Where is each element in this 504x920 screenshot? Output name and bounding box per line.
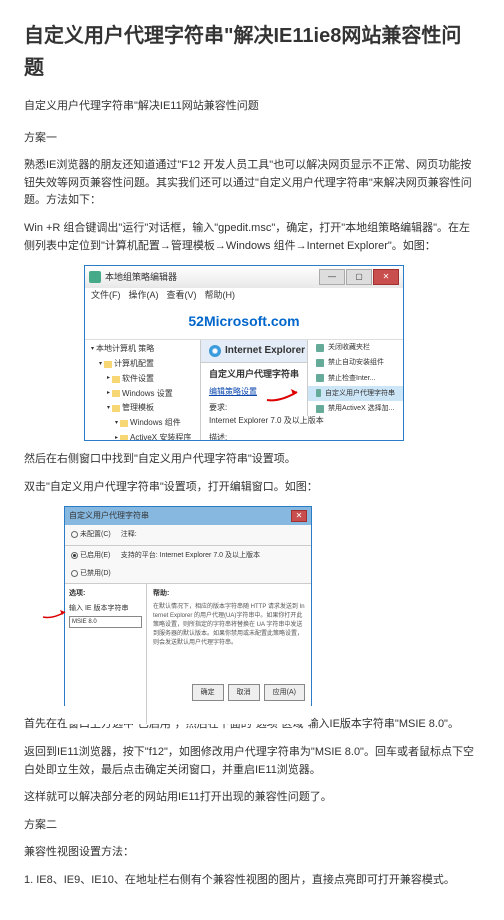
tree-root[interactable]: 本地计算机 策略 bbox=[87, 342, 198, 357]
paragraph: 1. IE8、IE9、IE10、在地址栏右侧有个兼容性视图的图片，直接点亮即可打… bbox=[24, 872, 480, 890]
window-title: 本地组策略编辑器 bbox=[105, 270, 177, 284]
folder-icon bbox=[112, 390, 120, 397]
list-item[interactable]: 禁止检查Inter... bbox=[308, 371, 403, 386]
list-item[interactable]: 关闭收藏夹栏 bbox=[308, 340, 403, 355]
screenshot-2: 自定义用户代理字符串 ✕ 未配置(C) 注释: 已启用(E) 已禁用(D) 支持… bbox=[24, 506, 480, 706]
help-panel: 帮助: 在默认情况下，相应的版本字符串随 HTTP 请求发送到 Internet… bbox=[147, 584, 311, 724]
subtitle: 自定义用户代理字符串"解决IE11网站兼容性问题 bbox=[24, 98, 480, 116]
setting-icon bbox=[316, 405, 324, 413]
policy-edit-window: 自定义用户代理字符串 ✕ 未配置(C) 注释: 已启用(E) 已禁用(D) 支持… bbox=[64, 506, 312, 706]
tree-item[interactable]: Windows 组件 bbox=[111, 416, 198, 431]
paragraph: 返回到IE11浏览器，按下"f12"，如图修改用户代理字符串为"MSIE 8.0… bbox=[24, 744, 480, 779]
window-title: 自定义用户代理字符串 bbox=[69, 510, 291, 523]
menubar: 文件(F) 操作(A) 查看(V) 帮助(H) bbox=[85, 288, 403, 304]
menu-file[interactable]: 文件(F) bbox=[91, 288, 121, 304]
window-titlebar: 本地组策略编辑器 — ▢ ✕ bbox=[85, 266, 403, 288]
setting-icon bbox=[316, 374, 324, 382]
help-label: 帮助: bbox=[153, 588, 305, 599]
window-titlebar: 自定义用户代理字符串 ✕ bbox=[65, 507, 311, 525]
options-label: 选项: bbox=[69, 588, 142, 599]
comment-label: 注释: bbox=[121, 531, 137, 538]
setting-icon bbox=[316, 389, 321, 397]
setting-icon bbox=[316, 359, 324, 367]
plan1-heading: 方案一 bbox=[24, 130, 480, 148]
folder-icon bbox=[120, 435, 128, 440]
plan2-heading: 方案二 bbox=[24, 817, 480, 835]
folder-icon bbox=[104, 361, 112, 368]
folder-icon bbox=[112, 376, 120, 383]
tree-item[interactable]: 计算机配置 bbox=[95, 357, 198, 372]
maximize-button[interactable]: ▢ bbox=[346, 269, 372, 285]
app-icon bbox=[89, 271, 101, 283]
minimize-button[interactable]: — bbox=[319, 269, 345, 285]
supported-label: 支持的平台: bbox=[121, 552, 158, 559]
help-text: 在默认情况下，相应的版本字符串随 HTTP 请求发送到 Internet Exp… bbox=[153, 603, 305, 648]
page-title: 自定义用户代理字符串"解决IE11ie8网站兼容性问题 bbox=[24, 20, 480, 84]
radio-group: 未配置(C) 注释: bbox=[65, 525, 311, 545]
menu-action[interactable]: 操作(A) bbox=[129, 288, 159, 304]
close-button[interactable]: ✕ bbox=[373, 269, 399, 285]
paragraph: Win +R 组合键调出"运行"对话框，输入"gpedit.msc"，确定，打开… bbox=[24, 220, 480, 255]
requirements-value: Internet Explorer 7.0 及以上版本 bbox=[209, 415, 395, 428]
radio-enabled[interactable]: 已启用(E) bbox=[71, 550, 110, 561]
supported-value: Internet Explorer 7.0 及以上版本 bbox=[160, 552, 260, 559]
menu-view[interactable]: 查看(V) bbox=[167, 288, 197, 304]
tree-item[interactable]: 软件设置 bbox=[103, 372, 198, 387]
tree-item[interactable]: 管理模板 bbox=[103, 401, 198, 416]
tree-panel: 本地计算机 策略 计算机配置 软件设置 Windows 设置 管理模板 Wind… bbox=[85, 340, 201, 440]
annotation-arrow-icon bbox=[265, 386, 305, 404]
radio-disabled[interactable]: 已禁用(D) bbox=[71, 568, 111, 579]
setting-icon bbox=[316, 344, 324, 352]
gpedit-window: 本地组策略编辑器 — ▢ ✕ 文件(F) 操作(A) 查看(V) 帮助(H) 5… bbox=[84, 265, 404, 441]
paragraph: 这样就可以解决部分老的网站用IE11打开出现的兼容性问题了。 bbox=[24, 789, 480, 807]
screenshot-1: 本地组策略编辑器 — ▢ ✕ 文件(F) 操作(A) 查看(V) 帮助(H) 5… bbox=[24, 265, 480, 441]
list-item-highlighted[interactable]: 自定义用户代理字符串 bbox=[308, 386, 403, 401]
edit-policy-link[interactable]: 编辑策略设置 bbox=[209, 387, 257, 396]
tree-item[interactable]: Windows 设置 bbox=[103, 387, 198, 402]
tree-item[interactable]: ActiveX 安装程序 bbox=[111, 431, 198, 440]
description-label: 描述: bbox=[209, 432, 395, 440]
version-string-input[interactable]: MSIE 8.0 bbox=[69, 616, 142, 628]
input-label: 输入 IE 版本字符串 bbox=[69, 603, 142, 614]
list-item[interactable]: 禁止自动安装组件 bbox=[308, 355, 403, 370]
menu-help[interactable]: 帮助(H) bbox=[205, 288, 236, 304]
folder-icon bbox=[120, 420, 128, 427]
paragraph: 双击"自定义用户代理字符串"设置项，打开编辑窗口。如图： bbox=[24, 479, 480, 497]
cancel-button[interactable]: 取消 bbox=[228, 684, 260, 701]
paragraph: 兼容性视图设置方法： bbox=[24, 844, 480, 862]
options-panel: 选项: 输入 IE 版本字符串 MSIE 8.0 bbox=[65, 584, 147, 724]
watermark-banner: 52Microsoft.com bbox=[85, 304, 403, 340]
settings-list: 关闭收藏夹栏 禁止自动安装组件 禁止检查Inter... 自定义用户代理字符串 … bbox=[307, 340, 403, 416]
annotation-arrow-icon bbox=[41, 607, 71, 621]
ie-icon bbox=[209, 345, 221, 357]
apply-button[interactable]: 应用(A) bbox=[264, 684, 305, 701]
folder-icon bbox=[112, 405, 120, 412]
close-button[interactable]: ✕ bbox=[291, 510, 307, 522]
paragraph: 熟悉IE浏览器的朋友还知道通过"F12 开发人员工具"也可以解决网页显示不正常、… bbox=[24, 157, 480, 210]
paragraph: 然后在右侧窗口中找到"自定义用户代理字符串"设置项。 bbox=[24, 451, 480, 469]
ok-button[interactable]: 确定 bbox=[192, 684, 224, 701]
list-item[interactable]: 禁用ActiveX 选择加... bbox=[308, 401, 403, 416]
radio-not-configured[interactable]: 未配置(C) bbox=[71, 529, 111, 540]
